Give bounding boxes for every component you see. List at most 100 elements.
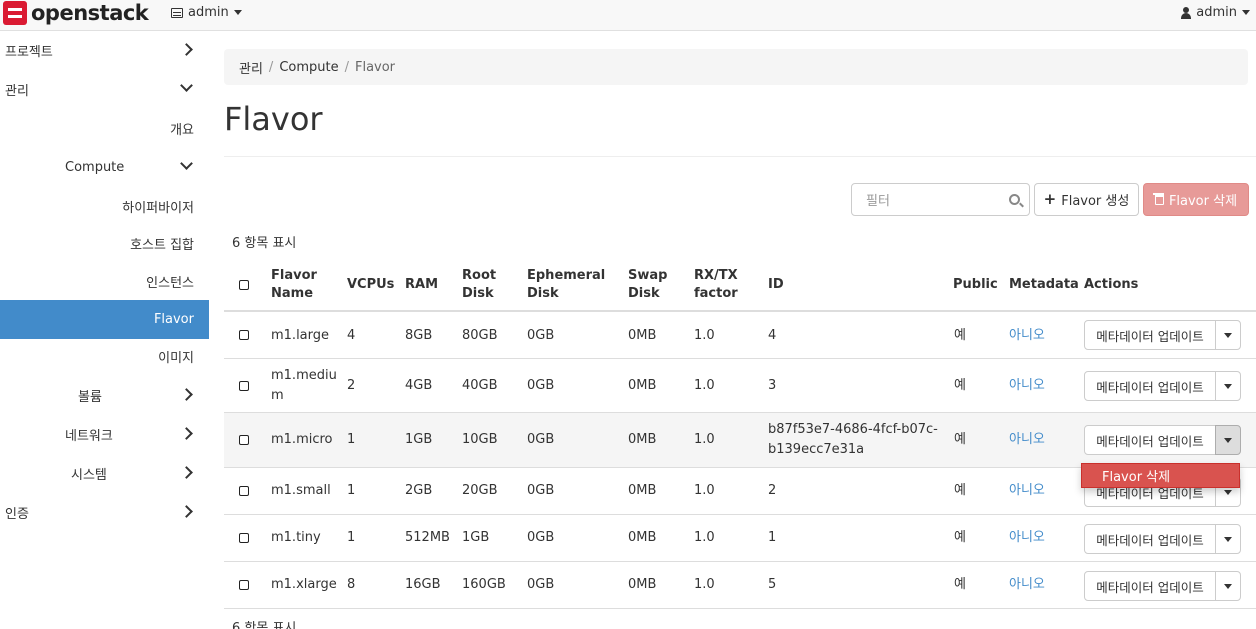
cell-name[interactable]: m1.mediu m — [271, 366, 337, 406]
openstack-logo-icon — [3, 1, 27, 25]
create-flavor-button[interactable]: + Flavor 생성 — [1034, 183, 1139, 216]
delete-flavors-button[interactable]: Flavor 삭제 — [1143, 183, 1249, 216]
search-icon[interactable] — [1009, 194, 1020, 205]
header-id[interactable]: ID — [768, 276, 784, 294]
select-all-checkbox[interactable] — [239, 280, 249, 290]
top-navbar: openstack admin admin — [0, 0, 1256, 31]
user-menu[interactable]: admin — [1181, 5, 1250, 20]
cell-ram: 4GB — [405, 378, 433, 393]
breadcrumb: 관리 / Compute / Flavor — [224, 49, 1248, 85]
update-metadata-button[interactable]: 메타데이터 업데이트 — [1084, 371, 1216, 401]
header-metadata[interactable]: Metadata — [1009, 276, 1079, 294]
sidebar-item-project[interactable]: 프로젝트 — [0, 31, 209, 70]
breadcrumb-separator: / — [344, 59, 349, 75]
sidebar-item-volumes[interactable]: 볼륨 — [0, 376, 209, 415]
chevron-right-icon — [180, 427, 193, 440]
header-public[interactable]: Public — [953, 276, 998, 294]
header-flavor-name[interactable]: Flavor Name — [271, 267, 317, 303]
sidebar-item-label: 호스트 집합 — [130, 238, 194, 253]
cell-metadata-link[interactable]: 아니오 — [1009, 528, 1045, 548]
table-row: m1.tiny 1 512MB 1GB 0GB 0MB 1.0 1 예 아니오 … — [224, 515, 1256, 562]
cell-name[interactable]: m1.xlarge — [271, 575, 337, 595]
row-actions-toggle[interactable] — [1215, 425, 1241, 455]
chevron-right-icon — [180, 505, 193, 518]
cell-root-disk: 80GB — [462, 328, 498, 343]
caret-down-icon — [1224, 583, 1232, 589]
user-label: admin — [1196, 5, 1237, 20]
header-ephemeral-disk[interactable]: Ephemeral Disk — [527, 267, 605, 303]
breadcrumb-item-admin[interactable]: 관리 — [239, 58, 263, 77]
cell-ephemeral-disk: 0GB — [527, 530, 555, 545]
cell-metadata-link[interactable]: 아니오 — [1009, 430, 1045, 450]
sidebar-item-label: 하이퍼바이저 — [122, 201, 194, 216]
row-actions-toggle[interactable] — [1215, 571, 1241, 601]
filter-input[interactable]: 필터 — [851, 183, 1030, 216]
chevron-down-icon — [180, 157, 193, 170]
project-picker[interactable]: admin — [171, 5, 242, 20]
row-actions-toggle[interactable] — [1215, 371, 1241, 401]
sidebar-item-system[interactable]: 시스템 — [0, 454, 209, 493]
item-count-top: 6 항목 표시 — [232, 236, 297, 251]
table-header: Flavor Name VCPUs RAM Root Disk Ephemeral D… — [224, 259, 1256, 312]
row-actions-toggle[interactable] — [1215, 524, 1241, 554]
project-label: admin — [188, 5, 229, 20]
cell-name[interactable]: m1.micro — [271, 430, 333, 450]
table-row: m1.micro 1 1GB 10GB 0GB 0MB 1.0 b87f53e7… — [224, 413, 1256, 468]
cell-public: 예 — [954, 328, 966, 343]
sidebar-item-host-aggregates[interactable]: 호스트 집합 — [0, 224, 209, 263]
update-metadata-button[interactable]: 메타데이터 업데이트 — [1084, 320, 1216, 350]
delete-flavor-menu-item[interactable]: Flavor 삭제 — [1081, 463, 1240, 488]
header-ram[interactable]: RAM — [405, 276, 438, 294]
sidebar-item-label: Compute — [65, 160, 125, 175]
cell-vcpus: 8 — [347, 577, 356, 592]
logo-text: openstack — [31, 1, 149, 25]
row-checkbox[interactable] — [239, 580, 249, 590]
cell-public: 예 — [954, 577, 966, 592]
cell-public: 예 — [954, 432, 966, 447]
cell-name[interactable]: m1.small — [271, 481, 331, 501]
sidebar-item-compute[interactable]: Compute — [0, 148, 209, 187]
header-swap-disk[interactable]: Swap Disk — [628, 267, 667, 303]
cell-id: 2 — [768, 483, 777, 498]
row-checkbox[interactable] — [239, 435, 249, 445]
row-actions-toggle[interactable] — [1215, 320, 1241, 350]
update-metadata-button[interactable]: 메타데이터 업데이트 — [1084, 571, 1216, 601]
update-metadata-button[interactable]: 메타데이터 업데이트 — [1084, 425, 1216, 455]
header-vcpus[interactable]: VCPUs — [347, 276, 394, 294]
cell-name[interactable]: m1.large — [271, 326, 329, 346]
sidebar-item-identity[interactable]: 인증 — [0, 493, 209, 532]
cell-rxtx: 1.0 — [694, 483, 715, 498]
cell-metadata-link[interactable]: 아니오 — [1009, 575, 1045, 595]
caret-down-icon — [1224, 383, 1232, 389]
sidebar-item-instances[interactable]: 인스턴스 — [0, 262, 209, 301]
header-rxtx-factor[interactable]: RX/TX factor — [694, 267, 738, 303]
caret-down-icon — [1242, 10, 1250, 15]
cell-id: 1 — [768, 530, 777, 545]
cell-rxtx: 1.0 — [694, 577, 715, 592]
sidebar: 프로젝트 관리 개요 Compute 하이퍼바이저 호스트 집합 인스턴스 Fl… — [0, 31, 209, 629]
header-root-disk[interactable]: Root Disk — [462, 267, 496, 303]
sidebar-item-admin[interactable]: 관리 — [0, 70, 209, 109]
filter-placeholder: 필터 — [866, 194, 890, 209]
cell-name[interactable]: m1.tiny — [271, 528, 321, 548]
item-count-bottom: 6 항목 표시 — [232, 621, 297, 629]
openstack-logo[interactable]: openstack — [0, 0, 149, 26]
sidebar-item-hypervisors[interactable]: 하이퍼바이저 — [0, 187, 209, 226]
row-checkbox[interactable] — [239, 533, 249, 543]
breadcrumb-item-compute[interactable]: Compute — [279, 60, 338, 75]
cell-metadata-link[interactable]: 아니오 — [1009, 376, 1045, 396]
page-divider — [224, 156, 1256, 157]
row-checkbox[interactable] — [239, 486, 249, 496]
sidebar-item-overview[interactable]: 개요 — [0, 109, 209, 148]
cell-metadata-link[interactable]: 아니오 — [1009, 326, 1045, 346]
cell-metadata-link[interactable]: 아니오 — [1009, 481, 1045, 501]
sidebar-item-network[interactable]: 네트워크 — [0, 415, 209, 454]
caret-down-icon — [1224, 437, 1232, 443]
cell-id: 3 — [768, 378, 777, 393]
update-metadata-button[interactable]: 메타데이터 업데이트 — [1084, 524, 1216, 554]
row-checkbox[interactable] — [239, 381, 249, 391]
sidebar-item-flavor[interactable]: Flavor — [0, 300, 209, 339]
row-checkbox[interactable] — [239, 330, 249, 340]
sidebar-item-images[interactable]: 이미지 — [0, 337, 209, 376]
cell-vcpus: 1 — [347, 530, 356, 545]
